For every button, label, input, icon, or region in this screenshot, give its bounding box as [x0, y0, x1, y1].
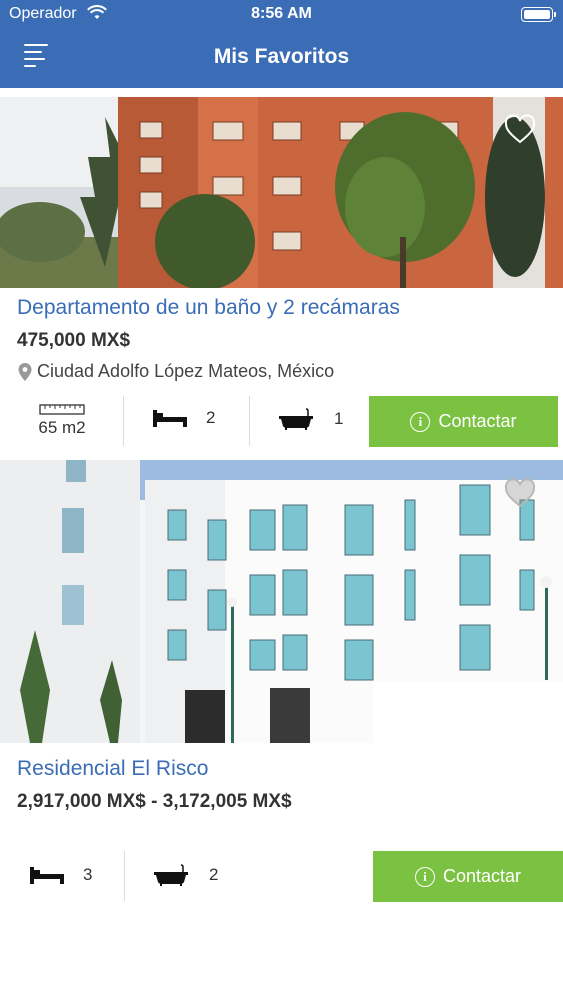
- location-text: Ciudad Adolfo López Mateos, México: [37, 361, 335, 381]
- status-bar: Operador 8:56 AM: [0, 0, 563, 30]
- building-photo-1: [0, 97, 563, 288]
- listing-photo[interactable]: [0, 460, 563, 743]
- listing-price: 475,000 MX$: [17, 330, 131, 351]
- listing-location: Ciudad Adolfo López Mateos, México: [17, 361, 334, 382]
- favorite-button[interactable]: [503, 114, 537, 146]
- favorite-button[interactable]: [503, 478, 537, 510]
- page-title: Mis Favoritos: [213, 45, 350, 68]
- app-header: Operador 8:56 AM Mis Favoritos: [0, 0, 563, 88]
- ruler-icon: [39, 404, 85, 415]
- feature-divider: [124, 851, 125, 901]
- heart-icon: [504, 114, 536, 144]
- clock: 8:56 AM: [251, 5, 312, 22]
- bathtub-icon: [279, 408, 313, 430]
- feature-divider: [249, 396, 250, 446]
- bedrooms-count: 2: [206, 408, 216, 427]
- listing-photo[interactable]: [0, 97, 563, 288]
- bed-icon: [153, 410, 187, 427]
- contact-button[interactable]: i Contactar: [373, 851, 563, 902]
- listing-price: 2,917,000 MX$ - 3,172,005 MX$: [17, 791, 292, 812]
- heart-icon: [504, 478, 536, 508]
- bedrooms-count: 3: [83, 865, 93, 884]
- contact-label: Contactar: [442, 866, 522, 886]
- bedrooms-feature: 2: [152, 408, 215, 428]
- info-icon: i: [414, 866, 435, 887]
- location-pin-icon: [18, 362, 32, 381]
- area-feature: 65 m2: [36, 404, 88, 438]
- bed-icon: [30, 867, 64, 884]
- info-icon: i: [410, 411, 431, 432]
- listing-title[interactable]: Departamento de un baño y 2 recámaras: [17, 296, 400, 320]
- bathrooms-count: 2: [209, 865, 219, 884]
- bathrooms-feature: 2: [153, 864, 218, 886]
- contact-button[interactable]: i Contactar: [369, 396, 558, 447]
- battery-icon: [521, 7, 556, 22]
- contact-label: Contactar: [438, 411, 517, 431]
- bathrooms-count: 1: [334, 409, 344, 428]
- area-value: 65 m2: [38, 418, 86, 437]
- bedrooms-feature: 3: [29, 865, 92, 885]
- bathrooms-feature: 1: [278, 408, 343, 430]
- bathtub-icon: [154, 864, 188, 886]
- listing-title[interactable]: Residencial El Risco: [17, 757, 208, 781]
- feature-divider: [123, 396, 124, 446]
- building-photo-2: [0, 460, 563, 743]
